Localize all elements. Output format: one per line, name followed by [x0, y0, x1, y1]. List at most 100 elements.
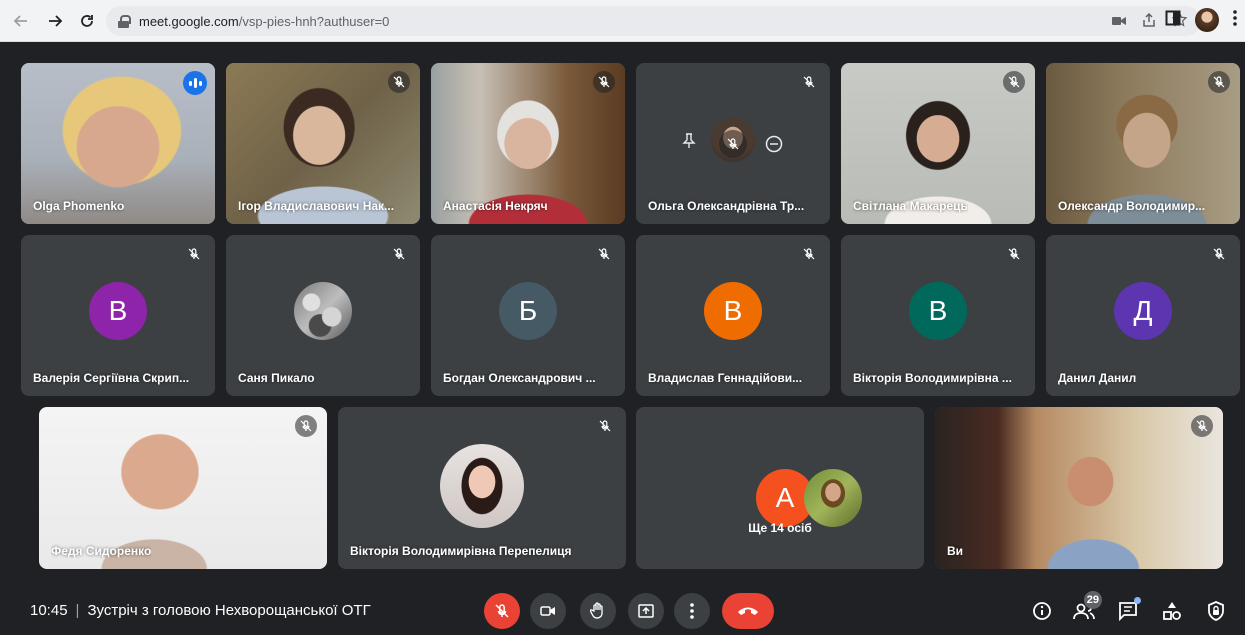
more-participants-tile[interactable]: А Ще 14 осіб [636, 407, 924, 569]
shield-lock-icon [1208, 601, 1224, 621]
participant-name: Богдан Олександрович ... [443, 371, 596, 385]
participant-name: Вікторія Володимирівна Перепелиця [350, 544, 572, 558]
mic-toggle-button[interactable] [484, 593, 520, 629]
participant-name: Ви [947, 544, 964, 558]
mic-off-icon [1208, 71, 1230, 93]
participant-name: Саня Пикало [238, 371, 315, 385]
forward-arrow-icon[interactable] [42, 8, 68, 34]
participant-tile[interactable]: Олександр Володимир... [1046, 63, 1240, 224]
participant-name: Данил Данил [1058, 371, 1137, 385]
lock-icon [118, 14, 131, 28]
menu-dots-icon[interactable] [1233, 9, 1237, 31]
participant-tile[interactable]: Ольга Олександрівна Тр... [636, 63, 830, 224]
meeting-time: 10:45 [30, 602, 68, 619]
participant-tile[interactable]: Б Богдан Олександрович ... [431, 235, 625, 396]
self-tile[interactable]: Ви [935, 407, 1223, 569]
participant-name: Анастасія Некряч [443, 199, 548, 213]
browser-toolbar: meet.google.com/vsp-pies-hnh?authuser=0 [0, 0, 1245, 42]
mute-participant-icon[interactable] [719, 130, 747, 158]
speaking-indicator-icon [183, 71, 207, 95]
mic-off-icon [1191, 415, 1213, 437]
participant-name: Федя Сидоренко [51, 544, 152, 558]
avatar [294, 281, 352, 340]
mic-off-icon [1003, 243, 1025, 265]
activities-button[interactable] [1158, 597, 1186, 625]
pin-icon[interactable] [682, 133, 696, 154]
side-panel-icon[interactable] [1165, 10, 1181, 31]
participant-tile[interactable]: В Валерія Сергіївна Скрип... [21, 235, 215, 396]
participant-tile[interactable]: Д Данил Данил [1046, 235, 1240, 396]
participant-name: Olga Phomenko [33, 199, 125, 213]
participant-name: Вікторія Володимирівна ... [853, 371, 1012, 385]
mic-off-icon [594, 415, 616, 437]
mic-off-icon [593, 243, 615, 265]
url-text: meet.google.com/vsp-pies-hnh?authuser=0 [139, 13, 390, 29]
hand-icon [590, 602, 603, 619]
camera-toggle-button[interactable] [530, 593, 566, 629]
more-vert-icon [690, 603, 694, 619]
info-icon [1033, 602, 1051, 620]
present-screen-button[interactable] [628, 593, 664, 629]
chat-button[interactable] [1114, 597, 1142, 625]
notification-dot [1134, 597, 1141, 604]
mic-off-icon [295, 415, 317, 437]
avatar: В [909, 281, 967, 340]
mic-off-icon [1208, 243, 1230, 265]
avatar: В [89, 281, 147, 340]
participant-tile[interactable]: В Вікторія Володимирівна ... [841, 235, 1035, 396]
back-arrow-icon[interactable] [8, 8, 34, 34]
address-bar[interactable]: meet.google.com/vsp-pies-hnh?authuser=0 [106, 6, 1201, 36]
participant-name: Ігор Владиславович Нак... [238, 199, 395, 213]
video-grid: Olga Phomenko Ігор Владиславович Нак... … [0, 43, 1245, 588]
participant-tile[interactable]: Olga Phomenko [21, 63, 215, 224]
avatar: В [704, 281, 762, 340]
reload-icon[interactable] [74, 8, 100, 34]
avatar [804, 469, 862, 527]
participant-tile[interactable]: Вікторія Володимирівна Перепелиця [338, 407, 626, 569]
mic-off-icon [388, 71, 410, 93]
profile-avatar[interactable] [1195, 8, 1219, 32]
share-icon[interactable] [1142, 12, 1156, 30]
participant-name: Владислав Геннадійови... [648, 371, 803, 385]
participant-tile[interactable]: Ігор Владиславович Нак... [226, 63, 420, 224]
participant-name: Світлана Макарець [853, 199, 968, 213]
more-participants-label: Ще 14 осіб [748, 521, 812, 535]
participant-tile[interactable]: Світлана Макарець [841, 63, 1035, 224]
mic-off-icon [183, 243, 205, 265]
present-icon [638, 604, 654, 618]
participant-tile[interactable]: В Владислав Геннадійови... [636, 235, 830, 396]
people-button[interactable]: 29 [1070, 591, 1102, 625]
separator: | [75, 602, 80, 619]
meeting-title: Зустріч з головою Нехворощанської ОТГ [87, 602, 371, 619]
more-options-button[interactable] [674, 593, 710, 629]
participant-name: Ольга Олександрівна Тр... [648, 199, 805, 213]
camera-icon[interactable] [1112, 13, 1126, 29]
meeting-details-button[interactable] [1028, 597, 1056, 625]
mic-off-icon [798, 71, 820, 93]
participant-count-badge: 29 [1083, 591, 1102, 609]
participant-tile[interactable]: Анастасія Некряч [431, 63, 625, 224]
chat-icon [1119, 602, 1137, 621]
avatar [440, 444, 524, 529]
participant-tile[interactable]: Саня Пикало [226, 235, 420, 396]
mic-off-icon [1003, 71, 1025, 93]
mic-off-icon [388, 243, 410, 265]
remove-icon[interactable] [765, 135, 783, 158]
camera-icon [540, 606, 555, 616]
hang-up-icon [738, 607, 758, 615]
meeting-details: 10:45 | Зустріч з головою Нехворощанської … [30, 602, 371, 619]
mic-off-icon [593, 71, 615, 93]
mic-off-icon [798, 243, 820, 265]
host-controls-button[interactable] [1202, 597, 1230, 625]
video-feed [935, 407, 1223, 569]
mic-off-icon [495, 604, 509, 618]
participant-tile[interactable]: Федя Сидоренко [39, 407, 327, 569]
leave-call-button[interactable] [722, 593, 774, 629]
participant-name: Валерія Сергіївна Скрип... [33, 371, 190, 385]
participant-name: Олександр Володимир... [1058, 199, 1206, 213]
raise-hand-button[interactable] [580, 593, 616, 629]
control-bar: 10:45 | Зустріч з головою Нехворощанської … [0, 588, 1245, 635]
activities-icon [1163, 602, 1181, 620]
avatar: Д [1114, 281, 1172, 340]
avatar: Б [499, 281, 557, 340]
